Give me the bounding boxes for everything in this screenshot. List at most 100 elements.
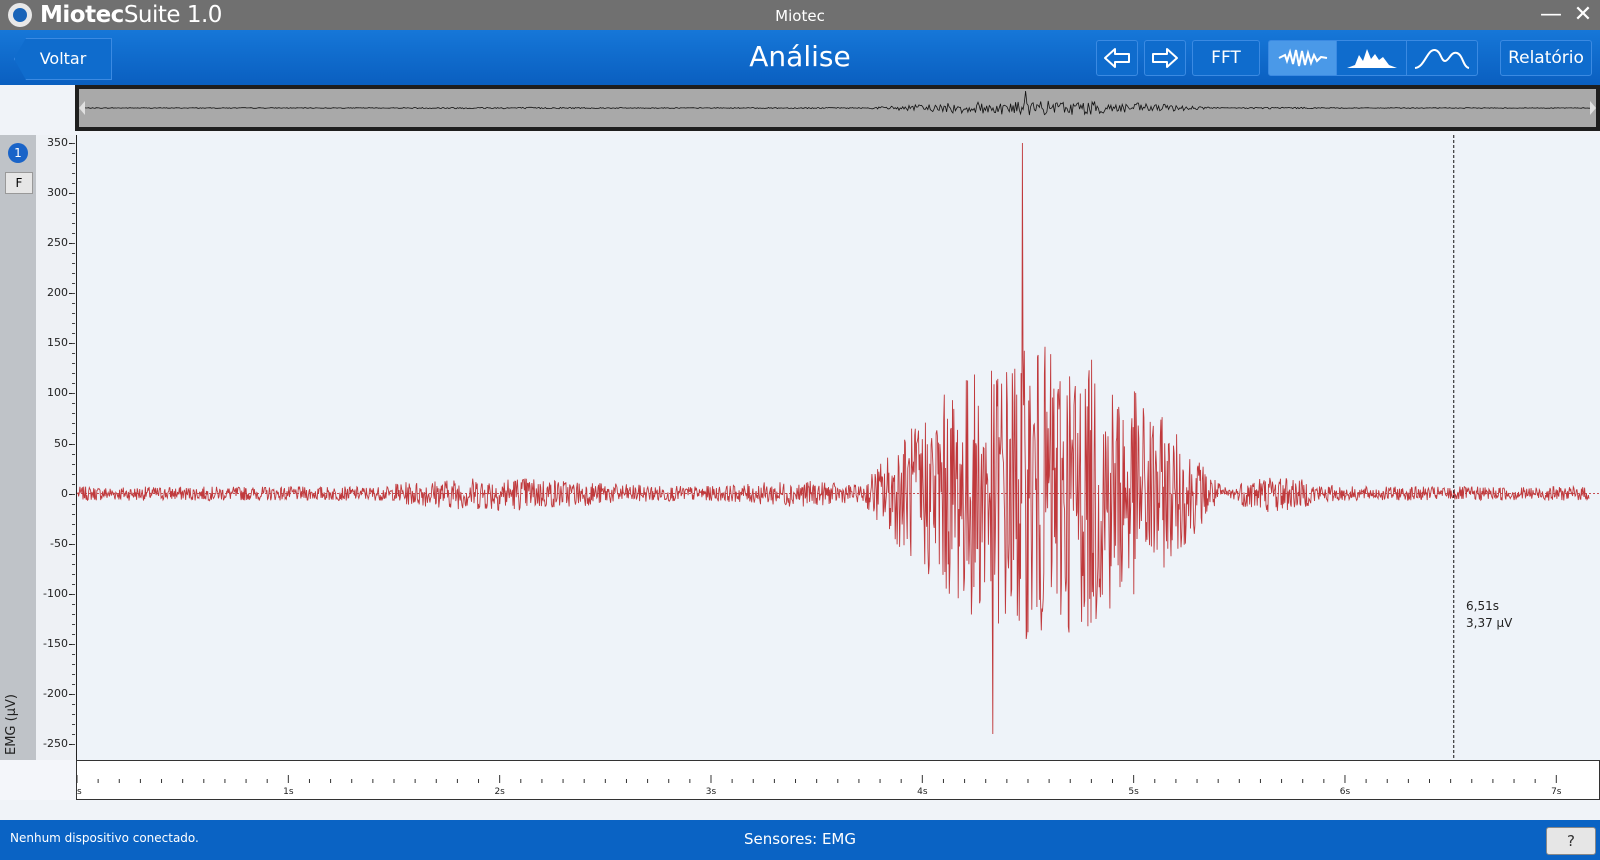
y-minor-tick: [72, 573, 75, 575]
y-minor-tick: [72, 543, 75, 545]
y-minor-tick: [72, 433, 75, 435]
y-minor-tick: [72, 313, 75, 315]
channel-number-badge[interactable]: 1: [8, 143, 28, 163]
y-minor-tick: [72, 673, 75, 675]
envelope-icon: [1347, 49, 1397, 68]
y-tick-label: -200: [43, 686, 68, 700]
close-button[interactable]: ✕: [1568, 0, 1598, 30]
y-minor-tick: [72, 203, 75, 205]
y-minor-tick: [72, 173, 75, 175]
y-minor-tick: [72, 333, 75, 335]
smoothed-view-button[interactable]: [1406, 40, 1478, 76]
y-minor-tick: [72, 473, 75, 475]
y-tick-label: -250: [43, 737, 68, 750]
x-tick-label: 7s: [1551, 787, 1562, 797]
y-tick-label: -150: [43, 636, 68, 650]
y-minor-tick: [72, 443, 75, 445]
y-minor-tick: [72, 583, 75, 585]
x-tick-label: 4s: [917, 787, 928, 797]
y-axis-label: EMG (µV): [4, 694, 19, 755]
y-minor-tick: [72, 163, 75, 165]
next-button[interactable]: [1144, 40, 1186, 76]
arrow-left-icon: [1104, 48, 1130, 68]
y-minor-tick: [72, 744, 75, 745]
y-minor-tick: [72, 303, 75, 305]
y-tick-label: 50: [54, 436, 68, 450]
emg-chart: [77, 135, 1600, 760]
y-minor-tick: [72, 693, 75, 695]
y-minor-tick: [72, 463, 75, 465]
emg-plot[interactable]: [77, 135, 1600, 760]
y-minor-tick: [72, 413, 75, 415]
time-axis[interactable]: s 1s 2s 3s 4s 5s 6s 7s: [76, 760, 1600, 800]
raw-signal-view-button[interactable]: [1268, 40, 1338, 76]
cursor-readout: 6,51s 3,37 µV: [1466, 598, 1512, 632]
help-button[interactable]: ?: [1546, 827, 1596, 855]
y-minor-tick: [72, 393, 75, 395]
y-tick-label: 250: [47, 236, 68, 250]
overview-signal: [79, 89, 1596, 127]
report-button[interactable]: Relatório: [1500, 40, 1592, 76]
y-minor-tick: [72, 373, 75, 375]
cursor-time: 6,51s: [1466, 599, 1499, 613]
x-tick-label: 5s: [1128, 787, 1139, 797]
y-minor-tick: [72, 713, 75, 715]
y-minor-tick: [72, 553, 75, 555]
fft-button[interactable]: FFT: [1192, 40, 1260, 76]
smoothed-curve-icon: [1414, 49, 1470, 69]
y-minor-tick: [72, 183, 75, 185]
y-minor-tick: [72, 423, 75, 425]
overview-navigator[interactable]: [75, 85, 1600, 131]
y-minor-tick: [72, 353, 75, 355]
x-tick-label: 2s: [494, 787, 505, 797]
y-minor-tick: [72, 243, 75, 245]
y-tick-label: 300: [47, 186, 68, 200]
y-tick-label: 350: [47, 136, 68, 149]
envelope-view-button[interactable]: [1336, 40, 1408, 76]
y-tick-label: 0: [61, 486, 68, 500]
y-minor-tick: [72, 493, 75, 495]
arrow-right-icon: [1152, 48, 1178, 68]
y-tick-label: -100: [43, 586, 68, 600]
x-tick-label: 6s: [1340, 787, 1351, 797]
y-minor-tick: [72, 253, 75, 255]
y-minor-tick: [72, 483, 75, 485]
window-title: Miotec: [775, 7, 825, 25]
y-minor-tick: [72, 603, 75, 605]
y-minor-tick: [72, 563, 75, 565]
y-minor-tick: [72, 733, 75, 735]
y-minor-tick: [72, 213, 75, 215]
y-minor-tick: [72, 343, 75, 345]
y-minor-tick: [72, 653, 75, 655]
y-minor-tick: [72, 223, 75, 225]
y-tick-label: 150: [47, 336, 68, 350]
y-minor-tick: [72, 153, 75, 155]
y-minor-tick: [72, 723, 75, 725]
y-minor-tick: [72, 523, 75, 525]
y-minor-tick: [72, 593, 75, 595]
y-minor-tick: [72, 703, 75, 705]
y-tick-label: 200: [47, 286, 68, 300]
y-minor-tick: [72, 283, 75, 285]
sensors-label: Sensores: EMG: [744, 830, 856, 848]
x-tick-label: s: [77, 787, 82, 797]
y-minor-tick: [72, 633, 75, 635]
title-bar: MiotecSuite 1.0 Miotec — ✕: [0, 0, 1600, 30]
y-minor-tick: [72, 643, 75, 645]
previous-button[interactable]: [1096, 40, 1138, 76]
filter-button[interactable]: F: [5, 172, 33, 194]
y-minor-tick: [72, 193, 75, 195]
time-axis-ruler: s 1s 2s 3s 4s 5s 6s 7s: [76, 775, 1562, 797]
y-minor-tick: [72, 263, 75, 265]
emg-signal-line: [77, 142, 1590, 735]
minimize-button[interactable]: —: [1536, 0, 1566, 30]
y-tick-label: -50: [50, 536, 68, 550]
y-minor-tick: [72, 453, 75, 455]
x-tick-label: 3s: [706, 787, 717, 797]
raw-signal-icon: [1278, 48, 1328, 67]
y-minor-tick: [72, 233, 75, 235]
x-tick-label: 1s: [283, 787, 294, 797]
y-minor-tick: [72, 503, 75, 505]
y-minor-tick: [72, 273, 75, 275]
channel-panel: [0, 135, 36, 760]
